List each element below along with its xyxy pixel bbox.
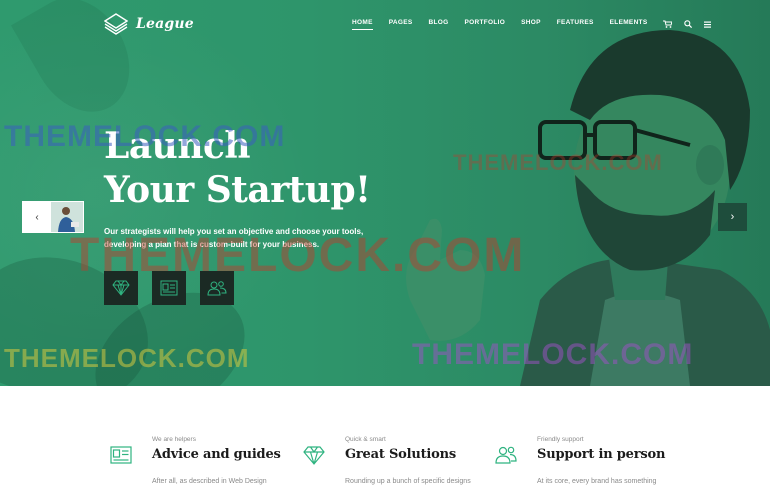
stacked-diamond-logo-icon <box>104 13 128 35</box>
feature-description: At its core, every brand has something <box>537 478 657 485</box>
nav-item-blog[interactable]: BLOG <box>428 19 448 29</box>
feature-title: Advice and guides <box>152 447 281 462</box>
hero-person-image <box>406 30 770 386</box>
users-icon <box>495 446 517 464</box>
id-card-icon <box>160 280 178 296</box>
feature-advice: We are helpers Advice and guides After a… <box>110 436 282 487</box>
hero-feature-box-id-card[interactable] <box>152 271 186 305</box>
feature-eyebrow: Quick & smart <box>345 436 386 443</box>
nav-item-home[interactable]: HOME <box>352 19 373 30</box>
hero-subtext: Our strategists will help you set an obj… <box>104 226 374 251</box>
chevron-left-icon: ‹ <box>23 202 51 232</box>
hero-feature-box-users[interactable] <box>200 271 234 305</box>
nav-item-features[interactable]: FEATURES <box>557 19 594 29</box>
id-card-icon <box>110 446 132 464</box>
brand-name: League <box>136 16 194 32</box>
hero-feature-icons <box>104 271 248 305</box>
diamond-icon <box>303 446 325 465</box>
feature-eyebrow: Friendly support <box>537 436 584 443</box>
features-section: We are helpers Advice and guides After a… <box>0 386 770 500</box>
feature-solutions: Quick & smart Great Solutions Rounding u… <box>303 436 475 487</box>
feature-title: Great Solutions <box>345 447 457 462</box>
hero-subtext-line2: developing a plan that is custom-built f… <box>104 239 320 249</box>
hero-slider: League HOME PAGES BLOG PORTFOLIO SHOP FE… <box>0 0 770 386</box>
brand-logo[interactable]: League <box>104 13 194 35</box>
prev-slide-thumbnail <box>51 202 83 232</box>
main-menu: HOME PAGES BLOG PORTFOLIO SHOP FEATURES … <box>352 19 723 30</box>
hero-headline-line2: Your Startup! <box>104 169 371 211</box>
search-icon[interactable] <box>684 20 693 28</box>
hero-subtext-line1: Our strategists will help you set an obj… <box>104 227 364 236</box>
cart-icon[interactable] <box>663 20 673 28</box>
hero-headline: Launch Your Startup! <box>104 124 371 212</box>
users-icon <box>207 281 227 296</box>
diamond-icon <box>112 280 130 296</box>
feature-eyebrow: We are helpers <box>152 436 196 443</box>
feature-support: Friendly support Support in person At it… <box>495 436 667 487</box>
feature-title: Support in person <box>537 447 666 462</box>
top-navigation: League HOME PAGES BLOG PORTFOLIO SHOP FE… <box>0 0 770 48</box>
hero-feature-box-diamond[interactable] <box>104 271 138 305</box>
nav-item-pages[interactable]: PAGES <box>389 19 413 29</box>
feature-description: Rounding up a bunch of specific designs <box>345 478 471 485</box>
hero-headline-line1: Launch <box>104 125 251 167</box>
feature-description: After all, as described in Web Design <box>152 478 267 485</box>
hamburger-menu-icon[interactable] <box>704 21 712 28</box>
nav-item-shop[interactable]: SHOP <box>521 19 541 29</box>
slider-next-button[interactable]: › <box>718 203 747 231</box>
nav-item-portfolio[interactable]: PORTFOLIO <box>464 19 505 29</box>
slider-prev-button[interactable]: ‹ <box>22 201 84 233</box>
nav-item-elements[interactable]: ELEMENTS <box>610 19 648 29</box>
chevron-right-icon: › <box>730 211 735 223</box>
